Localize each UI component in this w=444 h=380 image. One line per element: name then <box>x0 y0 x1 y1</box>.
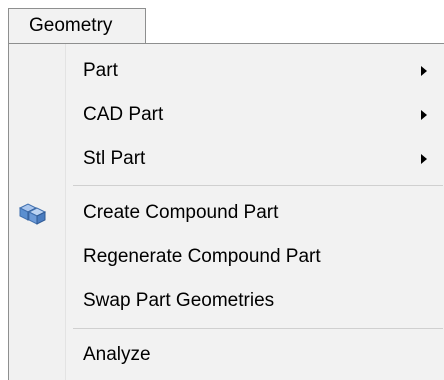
menu-item-stl-part[interactable]: Stl Part <box>9 137 444 181</box>
menu-separator <box>73 185 443 186</box>
submenu-arrow-icon <box>421 110 427 120</box>
menu-item-part[interactable]: Part <box>9 49 444 93</box>
submenu-arrow-icon <box>421 66 427 76</box>
compound-part-icon <box>18 203 47 225</box>
app-root: Geometry Part CAD Part Stl Part Create C… <box>0 0 444 380</box>
menu-separator <box>73 328 443 329</box>
menu-item-label: Regenerate Compound Part <box>83 246 321 267</box>
menu-item-swap-part-geometries[interactable]: Swap Part Geometries <box>9 279 444 323</box>
menu-item-label: CAD Part <box>83 104 164 125</box>
menu-item-label: Stl Part <box>83 148 146 169</box>
menu-item-analyze[interactable]: Analyze <box>9 333 444 377</box>
menu-item-create-compound-part[interactable]: Create Compound Part <box>9 191 444 235</box>
menu-geometry-tab[interactable]: Geometry <box>8 8 146 44</box>
menu-item-regenerate-compound-part[interactable]: Regenerate Compound Part <box>9 235 444 279</box>
menu-item-cad-part[interactable]: CAD Part <box>9 93 444 137</box>
menu-item-label: Create Compound Part <box>83 202 279 223</box>
submenu-arrow-icon <box>421 154 427 164</box>
menu-bar: Geometry <box>0 0 444 44</box>
menu-item-label: Swap Part Geometries <box>83 290 275 311</box>
menu-item-label: Analyze <box>83 344 151 365</box>
geometry-dropdown-menu: Part CAD Part Stl Part Create Compound P… <box>8 43 444 380</box>
menu-item-label: Part <box>83 60 118 81</box>
